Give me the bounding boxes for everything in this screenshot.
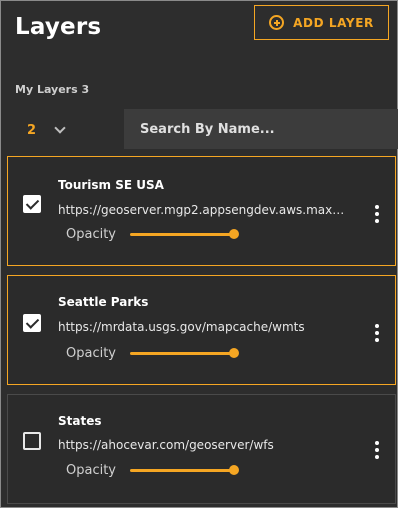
opacity-label: Opacity xyxy=(66,227,117,242)
chevron-down-icon xyxy=(54,121,66,134)
layer-url: https://geoserver.mgp2.appsengdev.aws.ma… xyxy=(58,203,348,217)
layer-checkbox[interactable] xyxy=(23,432,41,450)
page-title: Layers xyxy=(15,14,102,40)
plus-circle-icon xyxy=(269,15,285,30)
layer-checkbox[interactable] xyxy=(23,195,41,213)
my-layers-count: My Layers 3 xyxy=(15,83,90,96)
layers-panel: Layers ADD LAYER My Layers 3 2 Tourism S… xyxy=(0,0,398,508)
more-vertical-icon[interactable] xyxy=(372,441,382,459)
layer-url: https://ahocevar.com/geoserver/wfs xyxy=(58,438,274,452)
layer-card[interactable]: Tourism SE USA https://geoserver.mgp2.ap… xyxy=(7,156,396,266)
opacity-slider-handle[interactable] xyxy=(229,465,239,475)
layer-url: https://mrdata.usgs.gov/mapcache/wmts xyxy=(58,320,305,334)
layer-name: Tourism SE USA xyxy=(58,178,164,192)
opacity-label: Opacity xyxy=(66,463,117,478)
layer-name: Seattle Parks xyxy=(58,295,149,309)
search-input[interactable] xyxy=(124,109,398,149)
layer-name: States xyxy=(58,414,102,428)
add-layer-label: ADD LAYER xyxy=(293,15,374,30)
layer-checkbox[interactable] xyxy=(23,314,41,332)
layer-card[interactable]: States https://ahocevar.com/geoserver/wf… xyxy=(7,394,396,504)
opacity-slider[interactable] xyxy=(130,465,239,475)
add-layer-button[interactable]: ADD LAYER xyxy=(254,5,389,40)
opacity-label: Opacity xyxy=(66,346,117,361)
page-select[interactable]: 2 xyxy=(15,116,79,144)
more-vertical-icon[interactable] xyxy=(372,324,382,342)
opacity-slider[interactable] xyxy=(130,348,239,358)
more-vertical-icon[interactable] xyxy=(372,205,382,223)
opacity-slider-handle[interactable] xyxy=(229,348,239,358)
opacity-slider[interactable] xyxy=(130,229,239,239)
page-select-value: 2 xyxy=(27,122,37,138)
layer-card[interactable]: Seattle Parks https://mrdata.usgs.gov/ma… xyxy=(7,275,396,385)
opacity-slider-handle[interactable] xyxy=(229,229,239,239)
